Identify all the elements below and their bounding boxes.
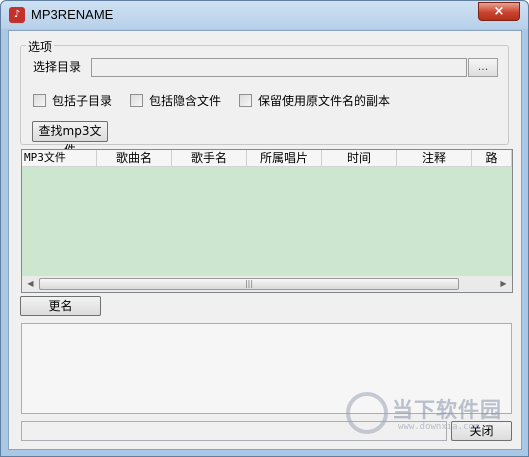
checkbox-box[interactable] [33,94,46,107]
watermark: 当下软件园 www.downxia.com [346,386,516,446]
downxia-logo-icon [346,392,388,434]
column-header-comment[interactable]: 注释 [397,150,472,166]
options-group-label: 选项 [26,38,55,55]
options-group: 选项 选择目录 ... 包括子目录 包括隐含文件 保留使用原文件名的副本 查找m… [20,38,509,157]
select-directory-label: 选择目录 [33,60,82,74]
scroll-left-arrow-icon[interactable]: ◀ [22,276,39,292]
include-subdirs-label: 包括子目录 [52,94,113,108]
column-header-time[interactable]: 时间 [322,150,397,166]
include-subdirs-checkbox[interactable]: 包括子目录 [33,92,112,109]
include-hidden-label: 包括隐含文件 [149,94,222,108]
keep-copy-checkbox[interactable]: 保留使用原文件名的副本 [239,92,390,109]
scroll-right-arrow-icon[interactable]: ▶ [495,276,512,292]
include-hidden-checkbox[interactable]: 包括隐含文件 [130,92,221,109]
window-close-button[interactable]: × [478,2,520,21]
window-title: MP3RENAME [31,7,114,22]
directory-input[interactable] [91,58,467,77]
app-window: ♪ MP3RENAME × 选项 选择目录 ... 包括子目录 包括隐含文件 保… [0,0,529,457]
watermark-url: www.downxia.com [398,422,480,432]
list-header: MP3文件 歌曲名 歌手名 所属唱片 时间 注释路 [22,150,512,167]
rename-button[interactable]: 更名 [20,296,101,316]
horizontal-scrollbar[interactable]: ◀ ||| ▶ [22,275,512,292]
title-bar[interactable]: ♪ MP3RENAME × [1,1,528,29]
column-header-path[interactable]: 路 [472,150,512,166]
scroll-thumb[interactable]: ||| [39,278,459,290]
mp3-file-list[interactable]: MP3文件 歌曲名 歌手名 所属唱片 时间 注释路 ◀ ||| ▶ [21,149,513,293]
column-header-artist[interactable]: 歌手名 [172,150,247,166]
watermark-brand: 当下软件园 [392,398,502,422]
checkbox-box[interactable] [239,94,252,107]
keep-copy-label: 保留使用原文件名的副本 [258,94,391,108]
app-icon[interactable]: ♪ [9,7,25,23]
column-header-album[interactable]: 所属唱片 [247,150,322,166]
column-header-song-name[interactable]: 歌曲名 [97,150,172,166]
checkbox-box[interactable] [130,94,143,107]
browse-button[interactable]: ... [468,58,498,77]
find-mp3-button[interactable]: 查找mp3文件 [32,121,108,157]
column-header-mp3-file[interactable]: MP3文件 [22,150,97,166]
